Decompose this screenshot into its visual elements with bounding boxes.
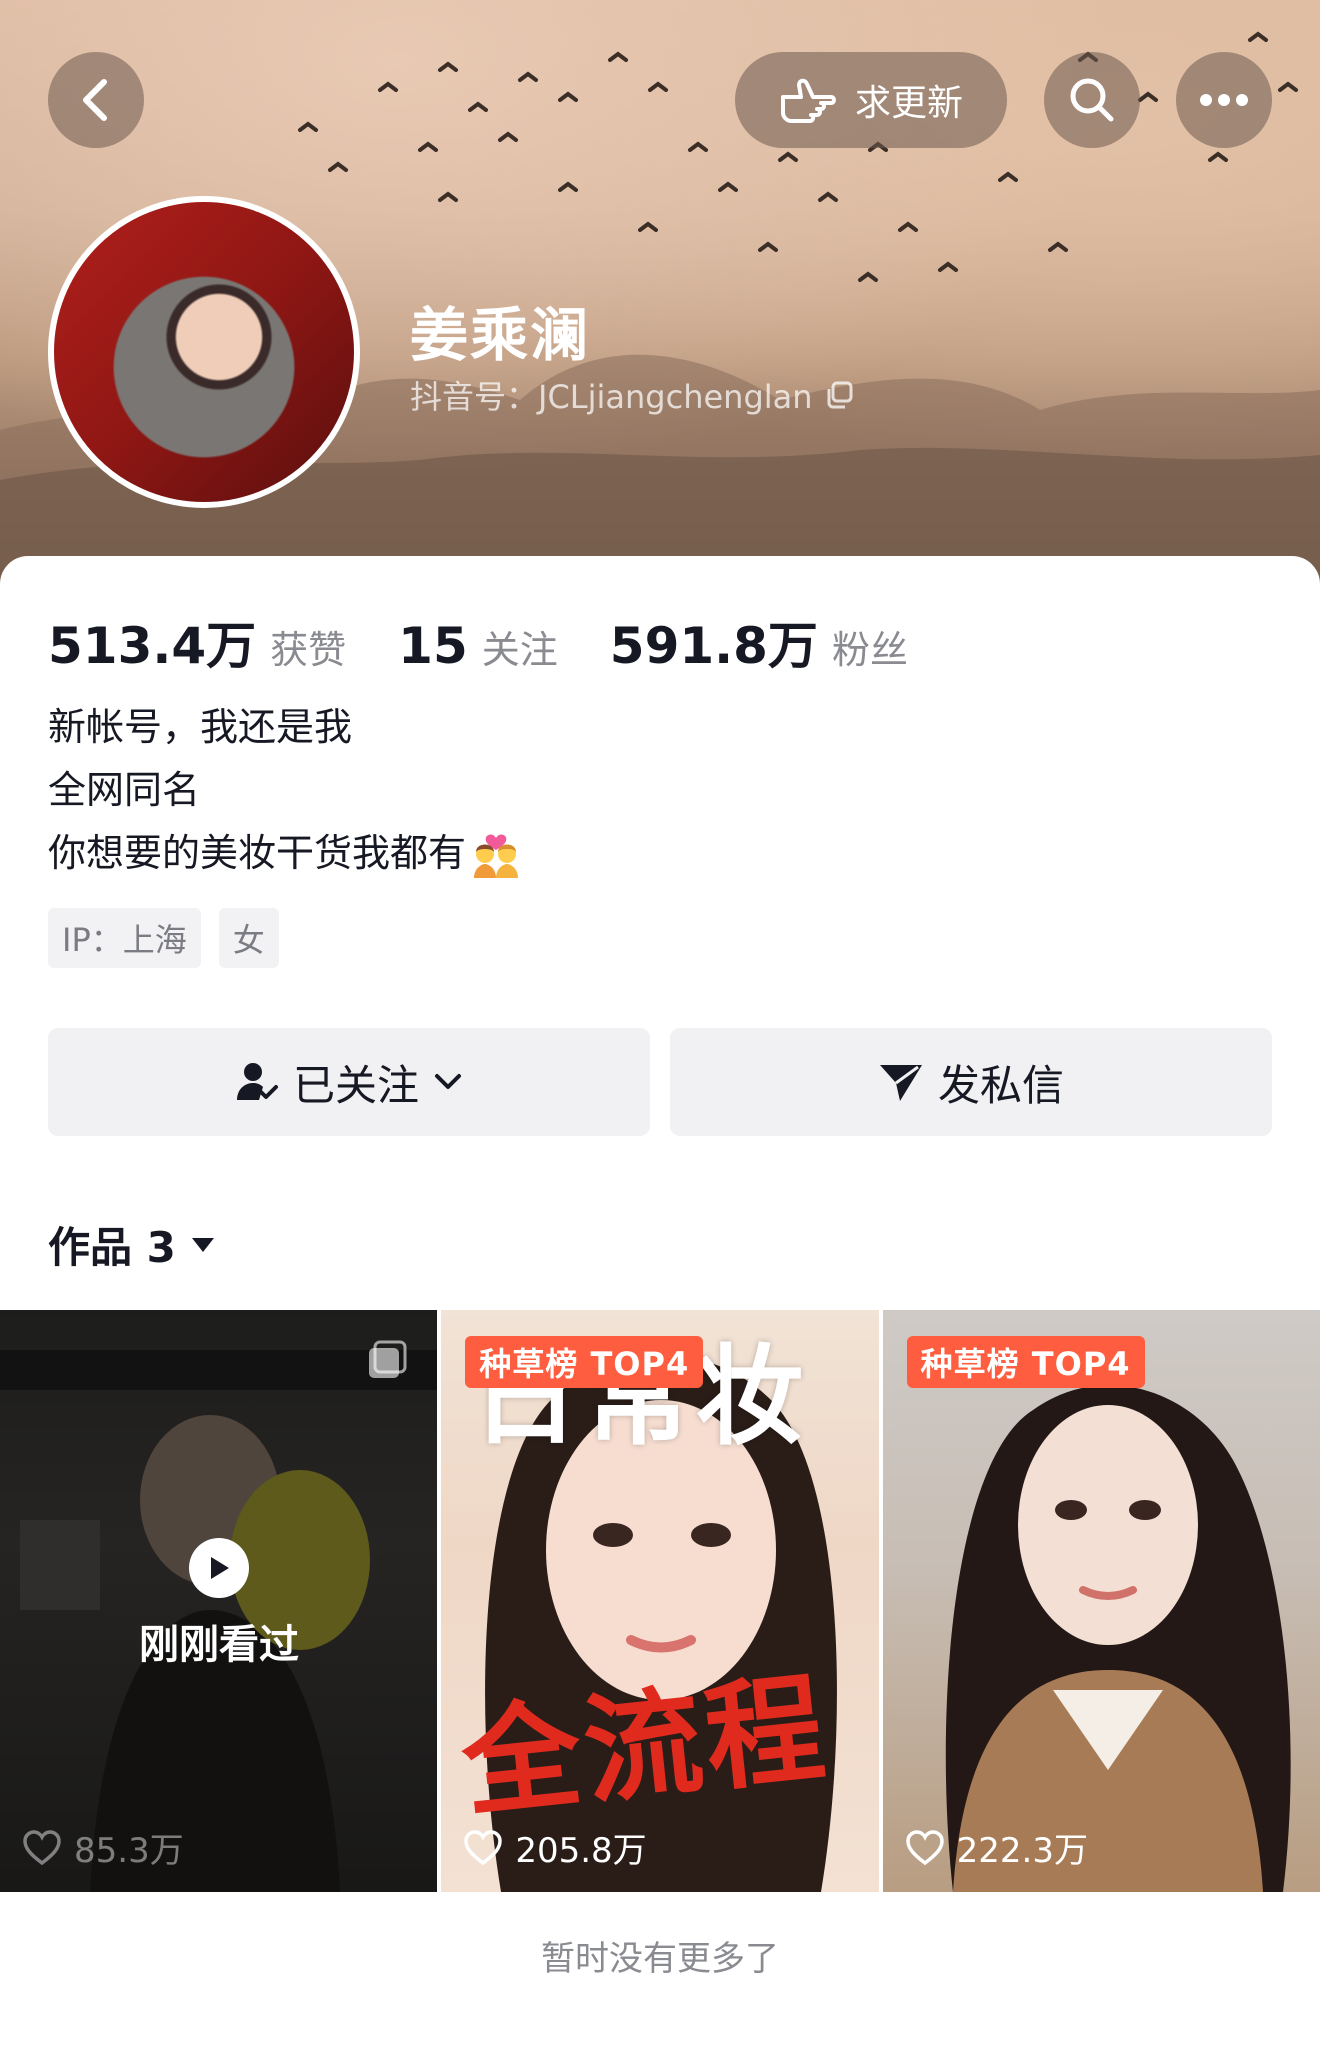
more-button[interactable] <box>1176 52 1272 148</box>
recently-watched: 刚刚看过 <box>0 1538 437 1670</box>
video-tile[interactable]: 种草榜 TOP4 222.3万 <box>882 1310 1320 1892</box>
stat-likes-value: 513.4万 <box>48 617 257 675</box>
stat-followers[interactable]: 591.8万 粉丝 <box>610 606 908 678</box>
chevron-down-icon <box>435 1074 461 1089</box>
overlay-title-top: 日常妆 <box>471 1335 808 1460</box>
stat-likes-label: 获赞 <box>270 628 347 672</box>
video-tile[interactable]: 日常妆 全流程 种草榜 TOP4 205.8万 <box>441 1310 879 1892</box>
video-likes: 222.3万 <box>905 1823 1088 1872</box>
handle-text: 抖音号：JCLjiangchenglan <box>410 378 813 416</box>
stat-followers-value: 591.8万 <box>609 617 818 675</box>
heart-icon <box>23 1829 61 1865</box>
stat-likes[interactable]: 513.4万 获赞 <box>48 606 346 678</box>
stat-following-label: 关注 <box>481 628 558 672</box>
message-button[interactable]: 发私信 <box>670 1028 1272 1136</box>
bio-line: 全网同名 <box>48 768 201 812</box>
video-likes: 85.3万 <box>22 1823 184 1872</box>
profile-card: 513.4万 获赞 15 关注 591.8万 粉丝 新帐号，我还是我 全网同名 … <box>0 556 1320 2045</box>
following-label: 已关注 <box>292 1060 419 1110</box>
send-message-icon <box>879 1065 922 1101</box>
search-button[interactable] <box>1044 52 1140 148</box>
tag-gender: 女 <box>218 908 279 968</box>
profile-stats: 513.4万 获赞 15 关注 591.8万 粉丝 <box>48 606 960 678</box>
profile-tags: IP：上海 女 <box>48 908 279 968</box>
bio-line: 新帐号，我还是我 <box>48 705 353 749</box>
video-tile[interactable]: 刚刚看过 85.3万 <box>0 1310 438 1892</box>
stat-following-value: 15 <box>398 617 468 675</box>
search-icon <box>1070 78 1114 122</box>
ranking-badge: 种草榜 TOP4 <box>906 1336 1145 1388</box>
no-more-content-note: 暂时没有更多了 <box>541 1939 779 1979</box>
copy-icon[interactable] <box>825 381 853 409</box>
stat-followers-label: 粉丝 <box>831 628 908 672</box>
profile-name: 姜乘澜 <box>410 301 591 369</box>
couple-emoji-icon <box>474 833 519 878</box>
bio-line: 你想要的美妆干货我都有 <box>48 831 467 875</box>
heart-icon <box>905 1829 944 1865</box>
works-grid: 刚刚看过 85.3万 日常妆 全流程 种草榜 TOP4 205.8万 种草榜 T… <box>0 1310 1320 1892</box>
multi-image-icon <box>369 1340 407 1378</box>
recently-watched-label: 刚刚看过 <box>139 1622 299 1668</box>
chevron-left-icon <box>83 79 107 121</box>
play-icon <box>189 1538 249 1598</box>
following-button[interactable]: 已关注 <box>48 1028 650 1136</box>
tag-ip: IP：上海 <box>48 908 201 968</box>
request-update-button[interactable]: 求更新 <box>735 52 1007 148</box>
caret-down-icon <box>191 1237 214 1252</box>
request-update-label: 求更新 <box>854 83 963 124</box>
pointing-hand-icon <box>780 78 836 123</box>
profile-handle: 抖音号：JCLjiangchenglan <box>410 372 853 418</box>
ranking-badge: 种草榜 TOP4 <box>465 1336 704 1388</box>
video-likes-count: 222.3万 <box>956 1831 1088 1871</box>
bio-line-with-emoji: 你想要的美妆干货我都有 <box>48 822 522 885</box>
profile-banner: 求更新 姜乘澜 抖音号：JCLjiangchenglan <box>0 0 1320 600</box>
message-label: 发私信 <box>937 1060 1064 1110</box>
video-thumbnail <box>945 1385 1291 1892</box>
avatar[interactable] <box>48 196 360 508</box>
back-button[interactable] <box>48 52 144 148</box>
action-buttons: 已关注 发私信 <box>48 1028 1272 1136</box>
works-tab-label: 作品 3 <box>48 1223 176 1272</box>
user-check-icon <box>236 1063 278 1100</box>
tab-works[interactable]: 作品 3 <box>48 1214 216 1275</box>
video-likes-count: 205.8万 <box>515 1831 647 1871</box>
heart-icon <box>464 1829 503 1865</box>
video-likes-count: 85.3万 <box>74 1831 184 1871</box>
stat-following[interactable]: 15 关注 <box>398 617 558 675</box>
video-likes: 205.8万 <box>463 1823 647 1872</box>
profile-bio: 新帐号，我还是我 全网同名 你想要的美妆干货我都有 <box>48 696 522 885</box>
ellipsis-icon <box>1200 94 1248 106</box>
